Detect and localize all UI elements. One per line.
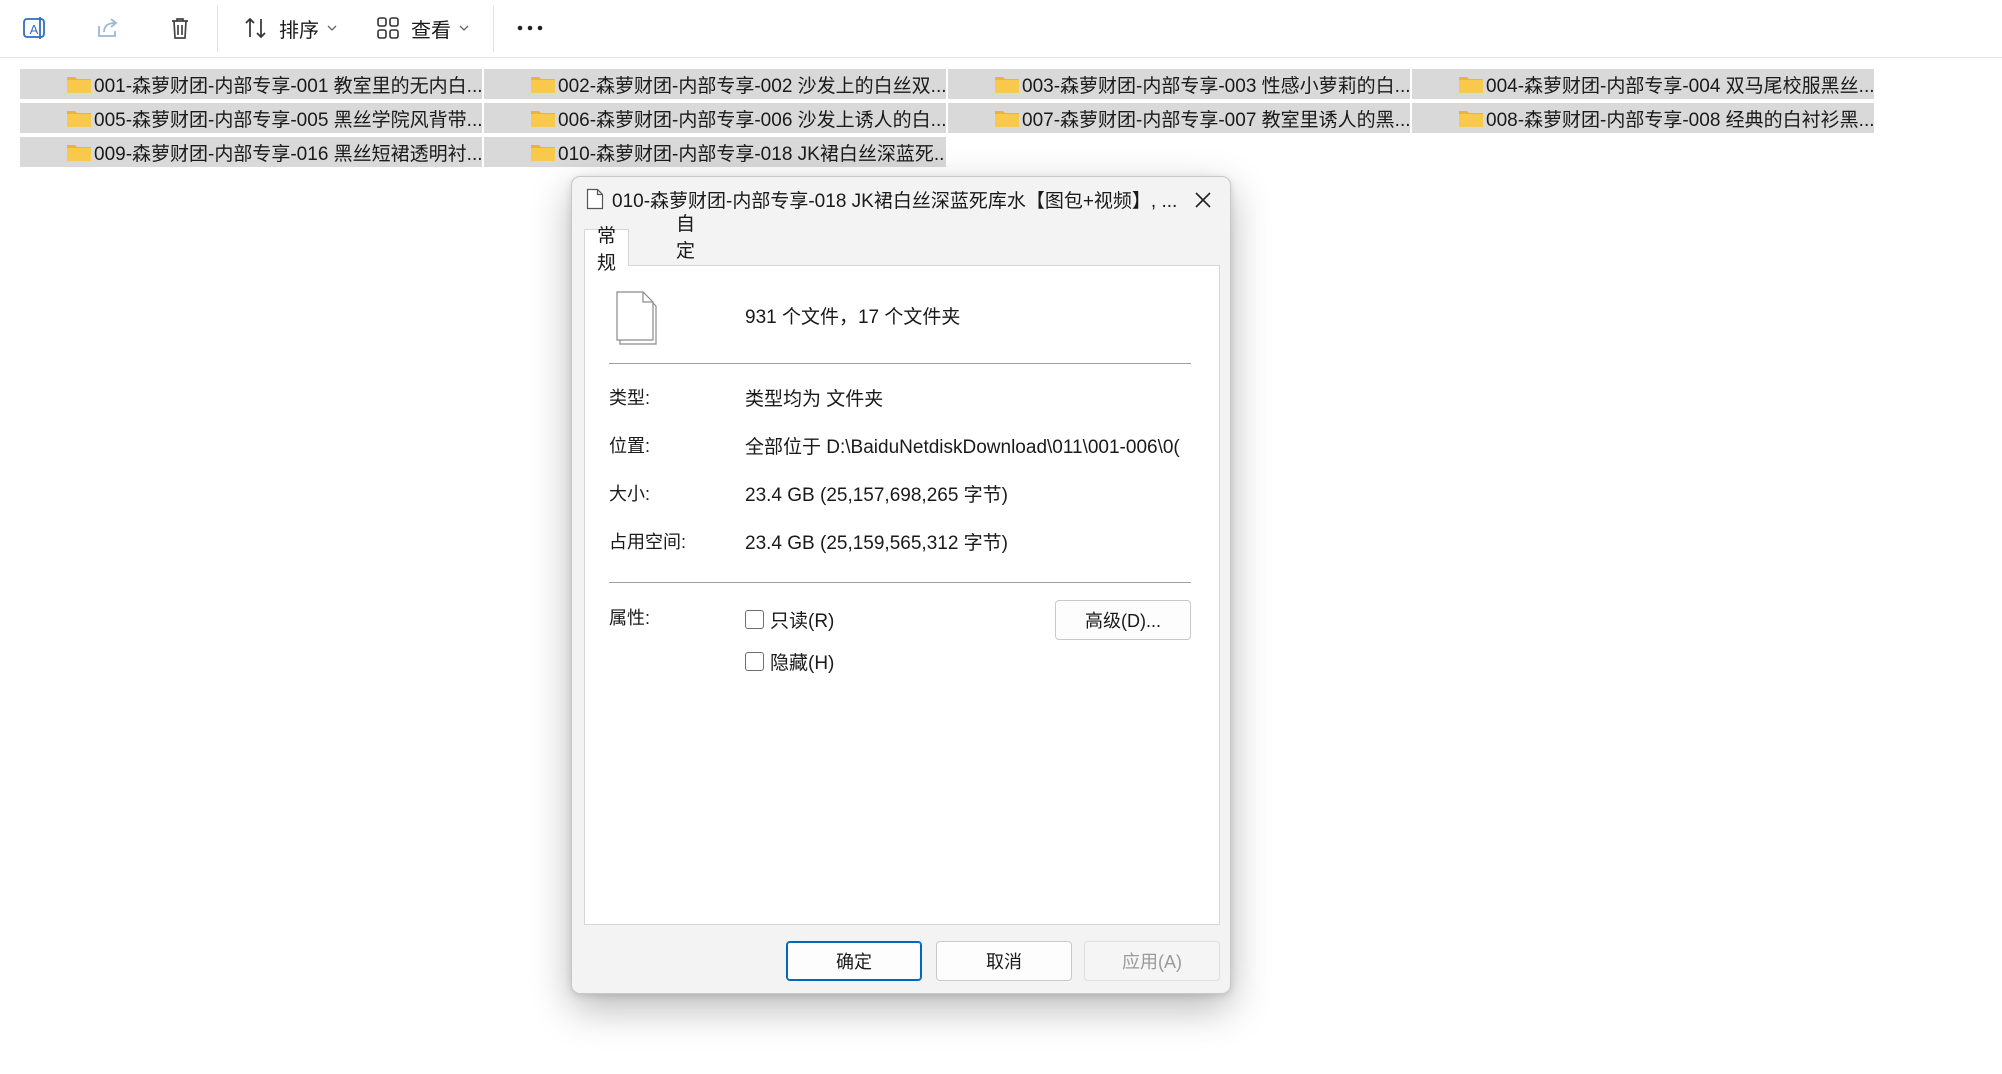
trash-icon: [172, 18, 188, 39]
checkbox-box[interactable]: [745, 610, 764, 629]
document-icon: [586, 188, 604, 210]
divider: [609, 582, 1191, 583]
folder-name: 008-森萝财团-内部专享-008 经典的白衬衫黑...: [1486, 109, 1874, 131]
folder-item[interactable]: 004-森萝财团-内部专享-004 双马尾校服黑丝...: [1412, 69, 1874, 99]
size-on-disk-value: 23.4 GB (25,159,565,312 字节): [745, 533, 1008, 554]
folder-item[interactable]: 007-森萝财团-内部专享-007 教室里诱人的黑...: [948, 103, 1410, 133]
folder-name: 004-森萝财团-内部专享-004 双马尾校服黑丝...: [1486, 75, 1874, 97]
folder-icon: [67, 111, 91, 127]
toolbar-separator: [493, 6, 494, 52]
advanced-button[interactable]: 高级(D)...: [1055, 600, 1191, 640]
folder-item[interactable]: 005-森萝财团-内部专享-005 黑丝学院风背带...: [20, 103, 482, 133]
type-value: 类型均为 文件夹: [745, 389, 884, 410]
more-options-button[interactable]: [512, 4, 548, 52]
readonly-checkbox[interactable]: 只读(R): [745, 606, 834, 633]
folder-name: 006-森萝财团-内部专享-006 沙发上诱人的白...: [558, 109, 946, 131]
folder-item[interactable]: 001-森萝财团-内部专享-001 教室里的无内白...: [20, 69, 482, 99]
sort-label: 排序: [279, 19, 319, 42]
chevron-down-icon: [327, 25, 337, 31]
folder-name: 005-森萝财团-内部专享-005 黑丝学院风背带...: [94, 109, 482, 131]
type-label: 类型:: [609, 388, 651, 408]
folder-name: 009-森萝财团-内部专享-016 黑丝短裙透明衬...: [94, 143, 482, 165]
folder-icon: [995, 77, 1019, 93]
folder-name: 003-森萝财团-内部专享-003 性感小萝莉的白...: [1022, 75, 1410, 97]
size-on-disk-label: 占用空间:: [609, 532, 687, 552]
folder-item[interactable]: 006-森萝财团-内部专享-006 沙发上诱人的白...: [484, 103, 946, 133]
size-value: 23.4 GB (25,157,698,265 字节): [745, 485, 1008, 506]
close-icon: [1195, 192, 1211, 208]
location-label: 位置:: [609, 436, 651, 456]
folder-icon: [67, 77, 91, 93]
ok-button[interactable]: 确定: [786, 941, 922, 981]
readonly-label: 只读(R): [770, 611, 835, 632]
view-button[interactable]: 查看: [372, 4, 472, 52]
divider: [609, 363, 1191, 364]
rename-button[interactable]: A: [16, 4, 52, 52]
checkbox-box[interactable]: [745, 652, 764, 671]
command-bar: A 排序 查看: [0, 0, 2002, 58]
size-label: 大小:: [609, 484, 651, 504]
more-icon: [517, 25, 543, 31]
properties-dialog: 010-森萝财团-内部专享-018 JK裙白丝深蓝死库水【图包+视频】, ...…: [571, 176, 1231, 994]
share-icon: [98, 18, 118, 37]
dialog-title: 010-森萝财团-内部专享-018 JK裙白丝深蓝死库水【图包+视频】, ...…: [612, 190, 1182, 212]
general-panel: 931 个文件，17 个文件夹 类型: 类型均为 文件夹 位置: 全部位于 D:…: [584, 265, 1220, 925]
folder-item[interactable]: 009-森萝财团-内部专享-016 黑丝短裙透明衬...: [20, 137, 482, 167]
apply-button[interactable]: 应用(A): [1084, 941, 1220, 981]
sort-button[interactable]: 排序: [240, 4, 340, 52]
view-label: 查看: [411, 19, 451, 42]
sort-icon: [245, 17, 266, 39]
hidden-label: 隐藏(H): [770, 653, 835, 674]
folder-icon: [1459, 77, 1483, 93]
share-button[interactable]: [90, 4, 126, 52]
svg-text:A: A: [30, 22, 39, 37]
folder-icon: [531, 77, 555, 93]
cancel-button[interactable]: 取消: [936, 941, 1072, 981]
delete-button[interactable]: [162, 4, 198, 52]
close-button[interactable]: [1190, 187, 1216, 213]
hidden-checkbox[interactable]: 隐藏(H): [745, 648, 834, 675]
tab-general[interactable]: 常规: [584, 226, 630, 274]
dialog-title-bar[interactable]: 010-森萝财团-内部专享-018 JK裙白丝深蓝死库水【图包+视频】, ...…: [572, 177, 1230, 221]
grid-view-icon: [377, 17, 399, 39]
location-value: 全部位于 D:\BaiduNetdiskDownload\011\001-006…: [745, 437, 1180, 458]
folder-item[interactable]: 008-森萝财团-内部专享-008 经典的白衬衫黑...: [1412, 103, 1874, 133]
chevron-down-icon: [459, 25, 469, 31]
folder-item[interactable]: 002-森萝财团-内部专享-002 沙发上的白丝双...: [484, 69, 946, 99]
rename-icon: A: [23, 17, 45, 39]
folder-item[interactable]: 010-森萝财团-内部专享-018 JK裙白丝深蓝死...: [484, 137, 946, 167]
folder-icon: [531, 145, 555, 161]
folder-name: 002-森萝财团-内部专享-002 沙发上的白丝双...: [558, 75, 946, 97]
folder-icon: [995, 111, 1019, 127]
attributes-label: 属性:: [609, 608, 651, 628]
multiple-files-icon: [616, 291, 657, 345]
folder-icon: [67, 145, 91, 161]
folder-name: 007-森萝财团-内部专享-007 教室里诱人的黑...: [1022, 109, 1410, 131]
folder-name: 001-森萝财团-内部专享-001 教室里的无内白...: [94, 75, 482, 97]
folder-icon: [531, 111, 555, 127]
tab-custom[interactable]: 自定义: [664, 214, 707, 289]
folder-icon: [1459, 111, 1483, 127]
toolbar-separator: [217, 6, 218, 52]
file-count-summary: 931 个文件，17 个文件夹: [745, 307, 961, 328]
folder-name: 010-森萝财团-内部专享-018 JK裙白丝深蓝死...: [558, 143, 946, 165]
folder-item[interactable]: 003-森萝财团-内部专享-003 性感小萝莉的白...: [948, 69, 1410, 99]
